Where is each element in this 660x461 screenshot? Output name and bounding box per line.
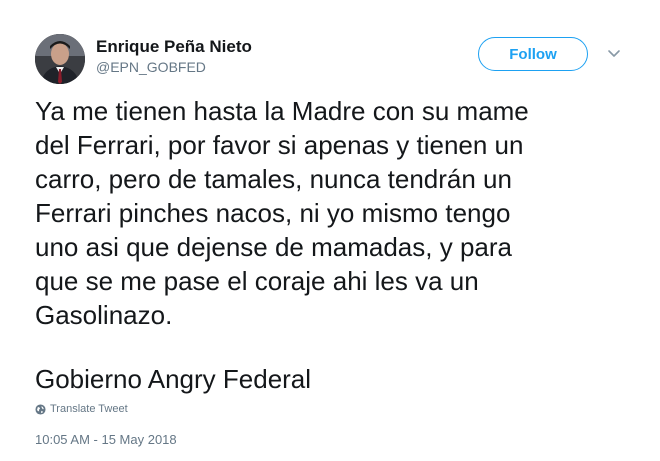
tweet-text: Ya me tienen hasta la Madre con su mame … xyxy=(35,94,625,332)
translate-tweet-link[interactable]: Translate Tweet xyxy=(35,402,128,416)
avatar[interactable] xyxy=(35,34,85,84)
translate-label: Translate Tweet xyxy=(50,403,128,415)
tweet-text-line: Ferrari pinches nacos, ni yo mismo tengo xyxy=(35,198,511,228)
tweet-text-line: del Ferrari, por favor si apenas y tiene… xyxy=(35,130,524,160)
tweet-text-line: Gasolinazo. xyxy=(35,300,173,330)
user-handle[interactable]: @EPN_GOBFED xyxy=(96,59,206,75)
chevron-down-icon[interactable] xyxy=(606,48,622,60)
tweet-timestamp[interactable]: 10:05 AM - 15 May 2018 xyxy=(35,432,177,447)
follow-button[interactable]: Follow xyxy=(478,37,588,71)
avatar-image xyxy=(35,34,85,84)
tweet-text-line: uno asi que dejense de mamadas, y para xyxy=(35,232,512,262)
display-name[interactable]: Enrique Peña Nieto xyxy=(96,37,252,57)
tweet-text-line: que se me pase el coraje ahi les va un xyxy=(35,266,479,296)
globe-icon xyxy=(35,403,46,415)
tweet-signature: Gobierno Angry Federal xyxy=(35,364,312,394)
tweet-card: Enrique Peña Nieto @EPN_GOBFED Follow Ya… xyxy=(0,0,660,461)
tweet-text-line: carro, pero de tamales, nunca tendrán un xyxy=(35,164,512,194)
tweet-text-line: Ya me tienen hasta la Madre con su mame xyxy=(35,96,529,126)
